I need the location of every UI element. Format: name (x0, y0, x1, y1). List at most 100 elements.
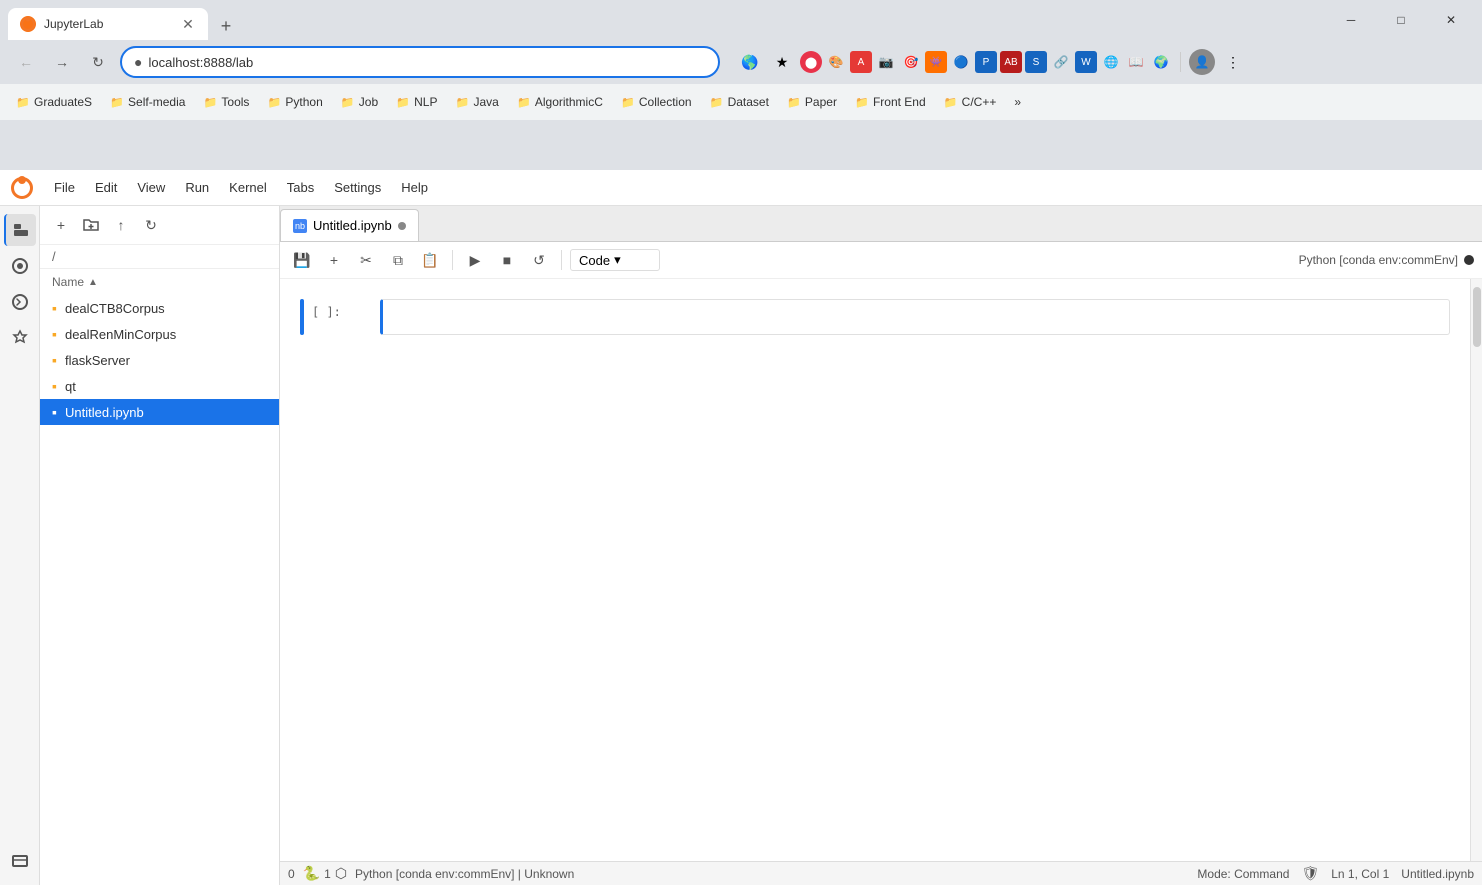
interrupt-button[interactable]: ■ (493, 246, 521, 274)
bookmark-nlp[interactable]: 📁 NLP (388, 91, 445, 113)
ext-icon-15[interactable]: 🌍 (1150, 51, 1172, 73)
translate-icon[interactable]: 🌎 (736, 48, 764, 76)
menu-icon[interactable]: ⋮ (1219, 48, 1247, 76)
bookmark-graduates[interactable]: 📁 GraduateS (8, 91, 100, 113)
save-button[interactable]: 💾 (288, 246, 316, 274)
sidebar-commands-button[interactable] (4, 286, 36, 318)
profile-icon[interactable]: 👤 (1189, 49, 1215, 75)
folder-icon: 📁 (944, 95, 958, 109)
sidebar-extension-button[interactable] (4, 322, 36, 354)
tab-close-button[interactable]: ✕ (180, 16, 196, 32)
browser-tab[interactable]: JupyterLab ✕ (8, 8, 208, 40)
sidebar-running-button[interactable] (4, 250, 36, 282)
new-folder-button[interactable] (78, 212, 104, 238)
ext-icon-2[interactable]: 🎨 (825, 51, 847, 73)
cell-1: [ ]: (300, 299, 1450, 335)
url-text: localhost:8888/lab (148, 55, 706, 70)
cell-input[interactable] (380, 299, 1450, 335)
file-name: qt (65, 379, 76, 394)
file-item-untitled[interactable]: ▪ Untitled.ipynb (40, 399, 279, 425)
cell-type-select[interactable]: Code ▾ (570, 249, 660, 271)
new-file-button[interactable]: + (48, 212, 74, 238)
folder-icon: 📁 (110, 95, 124, 109)
tab-title: JupyterLab (44, 17, 172, 31)
ext-icon-3[interactable]: A (850, 51, 872, 73)
bookmark-selfmedia[interactable]: 📁 Self-media (102, 91, 193, 113)
bookmark-python[interactable]: 📁 Python (259, 91, 330, 113)
notebook-tab[interactable]: nb Untitled.ipynb (280, 209, 419, 241)
restart-button[interactable]: ↺ (525, 246, 553, 274)
menu-kernel[interactable]: Kernel (219, 176, 277, 199)
ext-icon-12[interactable]: W (1075, 51, 1097, 73)
reload-button[interactable]: ↻ (84, 48, 112, 76)
folder-icon: ▪ (52, 352, 57, 368)
sidebar-tabs-button[interactable] (4, 845, 36, 877)
ext-icon-13[interactable]: 🌐 (1100, 51, 1122, 73)
notebook-scrollbar[interactable] (1470, 279, 1482, 861)
file-name: dealRenMinCorpus (65, 327, 176, 342)
maximize-button[interactable]: □ (1378, 4, 1424, 36)
ext-icon-4[interactable]: 📷 (875, 51, 897, 73)
minimize-button[interactable]: ─ (1328, 4, 1374, 36)
refresh-button[interactable]: ↻ (138, 212, 164, 238)
notebook-tabs: nb Untitled.ipynb (280, 206, 1482, 242)
ext-icon-9[interactable]: AB (1000, 51, 1022, 73)
new-tab-button[interactable]: + (212, 12, 240, 40)
bookmark-label: Paper (805, 95, 837, 109)
bookmarks-bar: 📁 GraduateS 📁 Self-media 📁 Tools 📁 Pytho… (0, 84, 1482, 120)
menu-tabs[interactable]: Tabs (277, 176, 324, 199)
ext-icon-7[interactable]: 🔵 (950, 51, 972, 73)
paste-cell-button[interactable]: 📋 (416, 246, 444, 274)
bookmark-java[interactable]: 📁 Java (447, 91, 506, 113)
bookmark-job[interactable]: 📁 Job (333, 91, 386, 113)
jupyter-app: File Edit View Run Kernel Tabs Settings … (0, 170, 1482, 885)
bookmark-algorithmicc[interactable]: 📁 AlgorithmicC (509, 91, 611, 113)
jupyter-main: + ↑ ↻ / Name ▲ ▪ (0, 206, 1482, 885)
file-item-qt[interactable]: ▪ qt (40, 373, 279, 399)
bookmark-dataset[interactable]: 📁 Dataset (702, 91, 777, 113)
notebook-area: nb Untitled.ipynb 💾 + ✂ ⧉ 📋 ▶ ■ ↺ Code (280, 206, 1482, 885)
menu-view[interactable]: View (127, 176, 175, 199)
notebook-content[interactable]: [ ]: (280, 279, 1470, 861)
menu-file[interactable]: File (44, 176, 85, 199)
bookmark-tools[interactable]: 📁 Tools (195, 91, 257, 113)
file-item-dealctb8corpus[interactable]: ▪ dealCTB8Corpus (40, 295, 279, 321)
add-cell-button[interactable]: + (320, 246, 348, 274)
status-icon-2: ⬡ (335, 865, 347, 882)
forward-button[interactable]: → (48, 48, 76, 76)
ext-icon-11[interactable]: 🔗 (1050, 51, 1072, 73)
menu-settings[interactable]: Settings (324, 176, 391, 199)
bookmark-frontend[interactable]: 📁 Front End (847, 91, 934, 113)
ext-icon-6[interactable]: 👾 (925, 51, 947, 73)
file-item-flaskserver[interactable]: ▪ flaskServer (40, 347, 279, 373)
status-shield: 🛡 (1301, 865, 1319, 882)
menu-help[interactable]: Help (391, 176, 438, 199)
cut-cell-button[interactable]: ✂ (352, 246, 380, 274)
bookmark-cpp[interactable]: 📁 C/C++ (936, 91, 1005, 113)
notebook-icon: ▪ (52, 404, 57, 420)
bookmark-more[interactable]: » (1006, 91, 1029, 113)
ext-icon-5[interactable]: 🎯 (900, 51, 922, 73)
bookmark-label: GraduateS (34, 95, 92, 109)
bookmark-collection[interactable]: 📁 Collection (613, 91, 700, 113)
file-item-dealrenmin[interactable]: ▪ dealRenMinCorpus (40, 321, 279, 347)
ext-icon-8[interactable]: P (975, 51, 997, 73)
star-icon[interactable]: ★ (768, 48, 796, 76)
copy-cell-button[interactable]: ⧉ (384, 246, 412, 274)
dropdown-icon: ▾ (614, 252, 621, 268)
bookmark-paper[interactable]: 📁 Paper (779, 91, 845, 113)
menu-edit[interactable]: Edit (85, 176, 127, 199)
sidebar-files-button[interactable] (4, 214, 36, 246)
close-button[interactable]: ✕ (1428, 4, 1474, 36)
run-cell-button[interactable]: ▶ (461, 246, 489, 274)
ext-icon-10[interactable]: S (1025, 51, 1047, 73)
ext-icon-1[interactable]: ⬤ (800, 51, 822, 73)
bookmark-label: Job (359, 95, 378, 109)
ext-icon-14[interactable]: 📖 (1125, 51, 1147, 73)
url-bar[interactable]: ● localhost:8888/lab (120, 46, 720, 78)
scrollbar-thumb[interactable] (1473, 287, 1481, 347)
upload-button[interactable]: ↑ (108, 212, 134, 238)
back-button[interactable]: ← (12, 48, 40, 76)
address-bar: ← → ↻ ● localhost:8888/lab 🌎 ★ ⬤ 🎨 A 📷 🎯… (0, 40, 1482, 84)
menu-run[interactable]: Run (175, 176, 219, 199)
